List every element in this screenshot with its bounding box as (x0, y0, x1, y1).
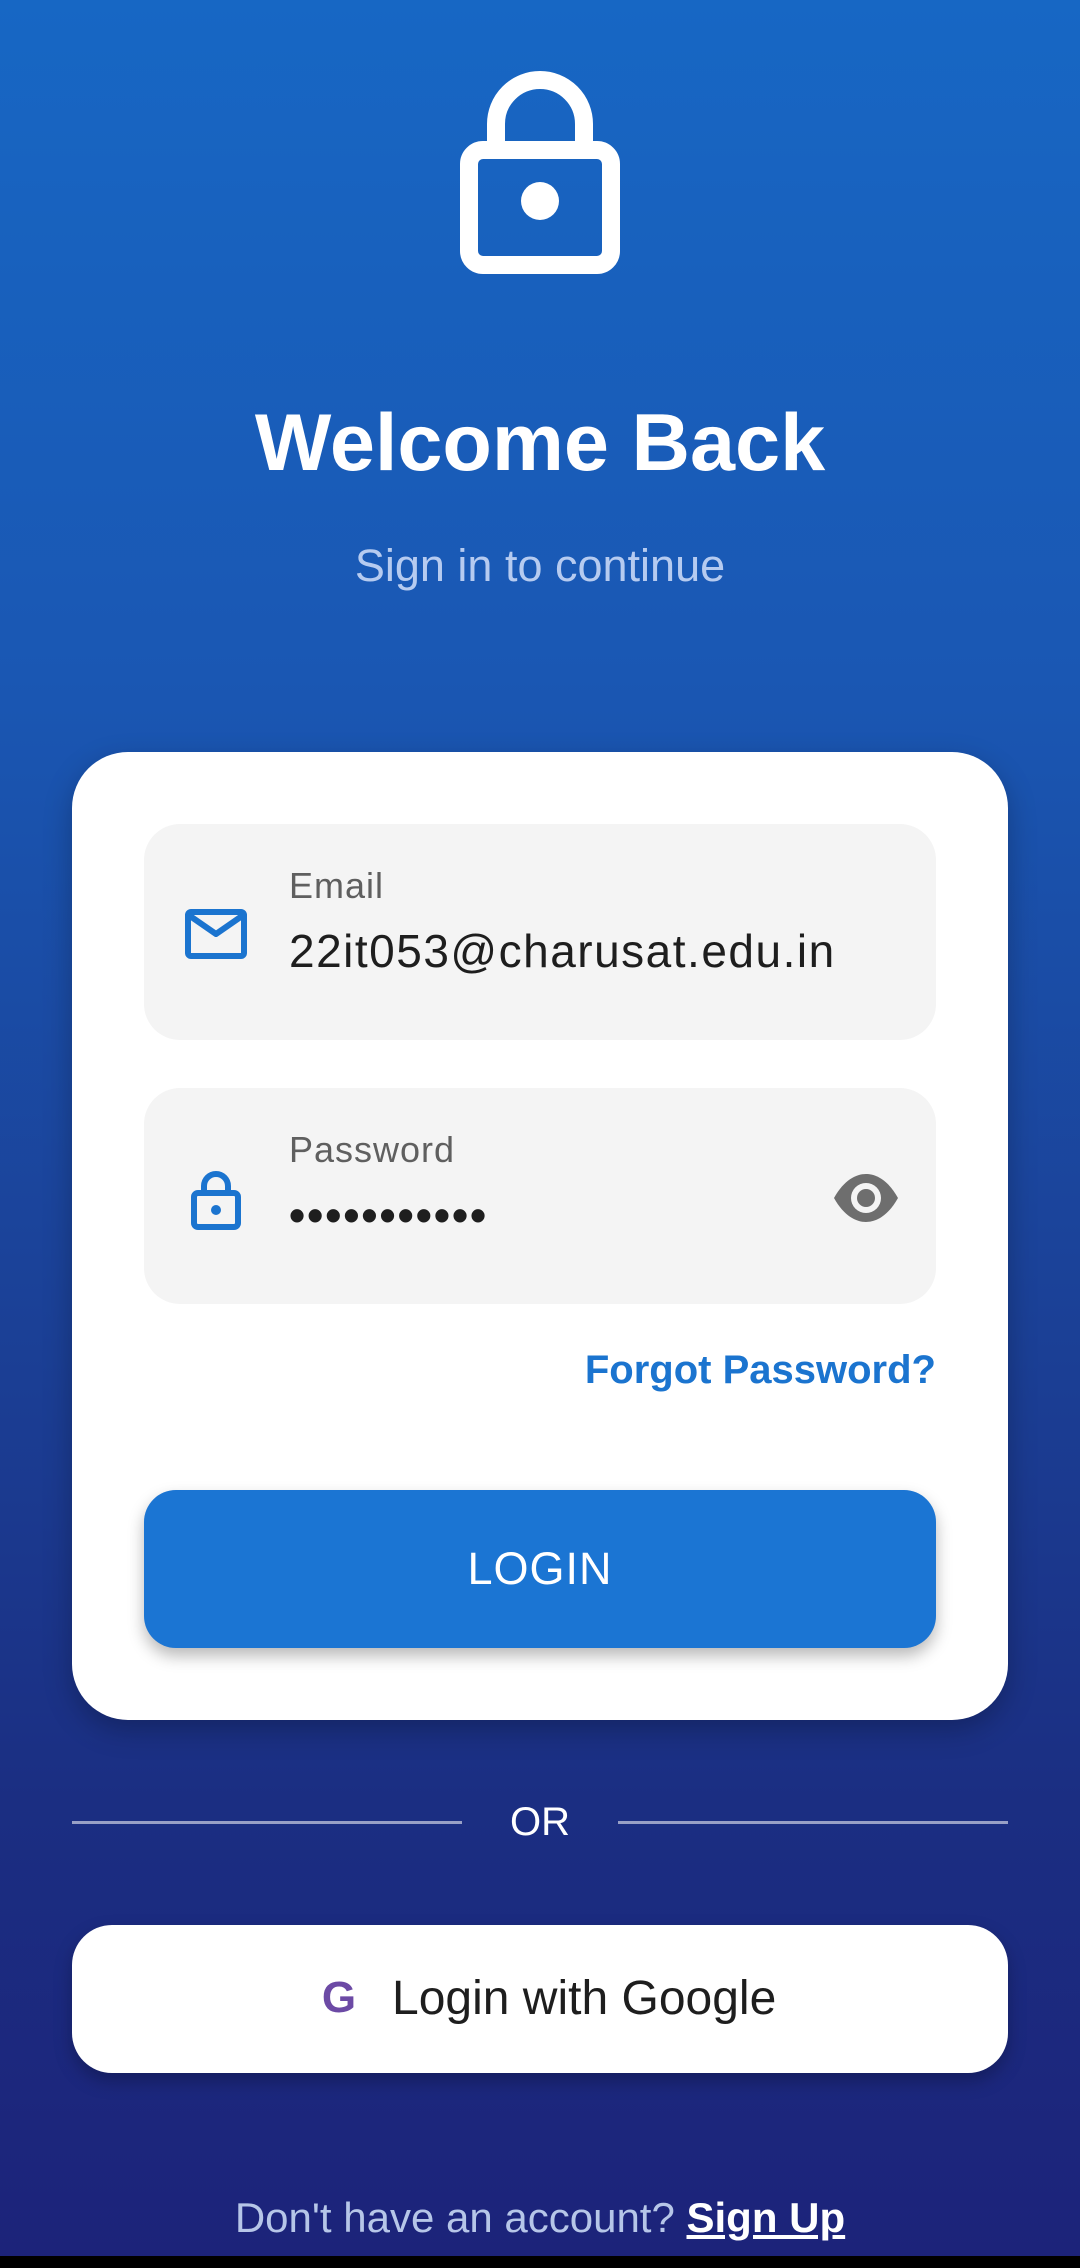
or-divider: OR (72, 1790, 1008, 1854)
password-label: Password (289, 1129, 456, 1170)
password-field[interactable]: Password ••••••••••• (144, 1088, 936, 1304)
email-label: Email (289, 865, 385, 906)
password-value[interactable]: ••••••••••• (289, 1188, 488, 1242)
lock-icon (460, 71, 620, 274)
page-title: Welcome Back (254, 398, 826, 488)
login-card: Email 22it053@charusat.edu.in Password •… (72, 752, 1008, 1720)
google-icon: G (321, 1973, 357, 2022)
divider-line-right (618, 1821, 1008, 1824)
login-button[interactable]: LOGIN (144, 1490, 936, 1648)
signup-link[interactable]: Sign Up (687, 2194, 846, 2241)
google-login-label: Login with Google (392, 1972, 777, 2025)
page-subtitle: Sign in to continue (354, 540, 726, 591)
forgot-password-link[interactable]: Forgot Password? (585, 1346, 936, 1394)
navigation-bar (0, 2256, 1080, 2268)
signup-prompt: Don't have an account? (234, 2194, 687, 2241)
login-screen: Welcome Back Sign in to continue Email 2… (0, 0, 1080, 2256)
eye-icon[interactable] (832, 1164, 900, 1232)
lock-icon (191, 1171, 241, 1230)
signup-row: Don't have an account? Sign Up (0, 2190, 1080, 2246)
google-login-button[interactable]: G Login with Google (72, 1925, 1008, 2073)
mail-icon (185, 909, 247, 959)
email-value[interactable]: 22it053@charusat.edu.in (289, 924, 836, 978)
email-field[interactable]: Email 22it053@charusat.edu.in (144, 824, 936, 1040)
